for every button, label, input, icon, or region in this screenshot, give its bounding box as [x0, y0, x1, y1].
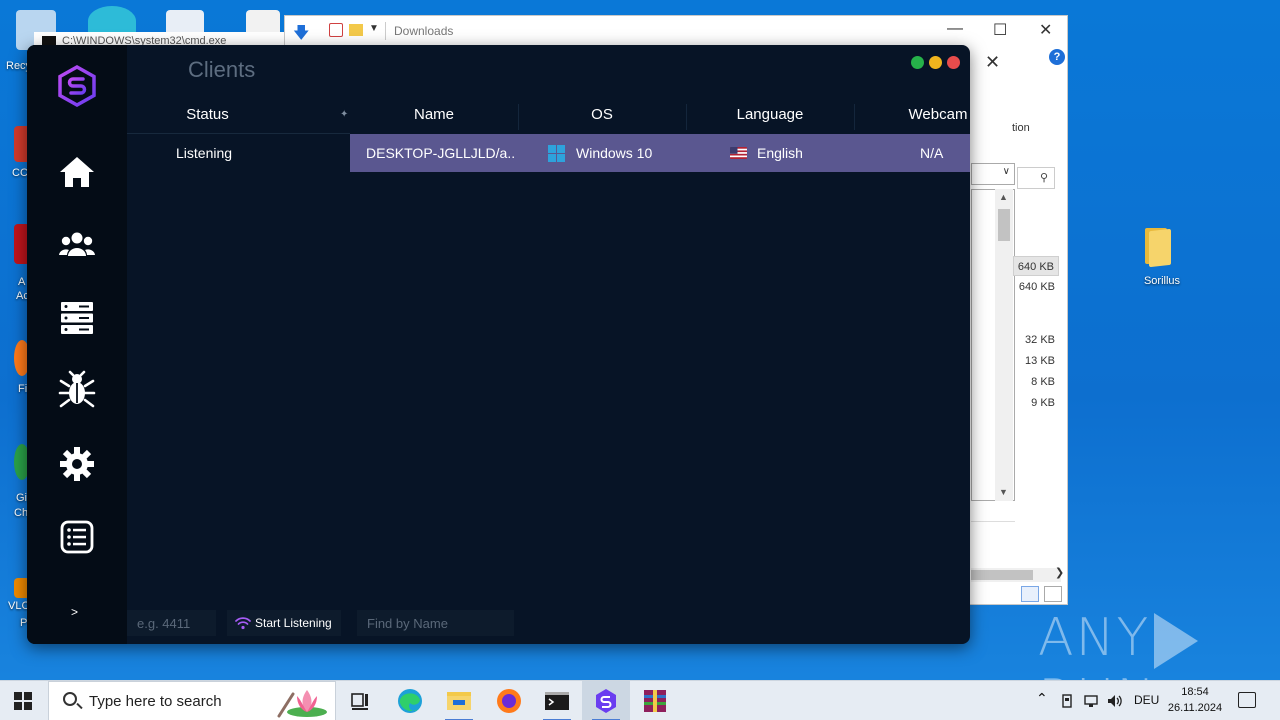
- help-button[interactable]: ?: [1049, 49, 1065, 65]
- sorillus-window: > Clients Status Name OS Language Webcam…: [27, 45, 970, 644]
- minimize-dot-button[interactable]: [929, 56, 942, 69]
- search-icon: [63, 692, 77, 706]
- volume-icon[interactable]: [1106, 693, 1122, 709]
- large-icons-view-button[interactable]: [1044, 586, 1062, 602]
- network-icon[interactable]: [1083, 693, 1099, 709]
- divider: [971, 521, 1015, 527]
- listener-status: Listening: [176, 145, 233, 161]
- maximize-dot-button[interactable]: [911, 56, 924, 69]
- us-flag-icon: [730, 147, 747, 159]
- scroll-up-icon[interactable]: ▲: [999, 192, 1008, 202]
- users-icon[interactable]: [57, 225, 97, 265]
- expand-sidebar-button[interactable]: >: [71, 605, 78, 619]
- page-title: Clients: [188, 57, 256, 82]
- chevron-down-icon: ∨: [1002, 166, 1010, 177]
- scroll-thumb[interactable]: [998, 209, 1010, 241]
- close-dot-button[interactable]: [947, 56, 960, 69]
- column-resize-icon[interactable]: ✦: [340, 109, 348, 120]
- winrar-taskbar-icon[interactable]: [631, 681, 679, 720]
- desktop-label: Gi: [16, 492, 27, 504]
- clock-date: 26.11.2024: [1167, 702, 1223, 714]
- file-size: 9 KB: [1031, 397, 1055, 409]
- task-view-button[interactable]: [336, 681, 384, 720]
- input-language[interactable]: DEU: [1134, 693, 1159, 707]
- edge-taskbar-icon[interactable]: [386, 681, 434, 720]
- new-folder-icon[interactable]: [349, 24, 363, 36]
- client-webcam: N/A: [920, 145, 944, 161]
- minimize-button[interactable]: —: [947, 20, 963, 38]
- search-icon: ⚲: [1039, 172, 1048, 184]
- taskbar: Type here to search ⌃ DEU 18:54 26.11.20…: [0, 680, 1280, 720]
- taskbar-search[interactable]: Type here to search: [48, 681, 336, 720]
- port-input[interactable]: [127, 610, 216, 636]
- close-button[interactable]: ✕: [1039, 20, 1052, 40]
- windows-icon: [548, 145, 565, 162]
- show-hidden-icons-button[interactable]: ⌃: [1036, 690, 1048, 707]
- firefox-taskbar-icon[interactable]: [485, 681, 533, 720]
- address-dropdown[interactable]: ∨: [971, 163, 1015, 185]
- file-size: 640 KB: [1018, 281, 1055, 293]
- scroll-thumb[interactable]: [971, 570, 1033, 580]
- horizontal-scrollbar[interactable]: [971, 568, 1061, 582]
- search-box[interactable]: ⚲: [1017, 167, 1055, 189]
- notification-icon[interactable]: [1238, 692, 1256, 708]
- file-size: 640 KB: [1013, 256, 1059, 276]
- desktop-label: Fi: [18, 383, 28, 395]
- table-row[interactable]: DESKTOP-JGLLJLD/a... Windows 10 English …: [350, 134, 970, 172]
- clock[interactable]: 18:54 26.11.2024: [1160, 684, 1230, 716]
- home-icon[interactable]: [57, 152, 97, 192]
- client-language: English: [757, 145, 803, 161]
- client-os: Windows 10: [576, 145, 653, 161]
- bug-icon[interactable]: [57, 370, 97, 410]
- start-listening-button[interactable]: Start Listening: [227, 610, 341, 636]
- sorillus-taskbar-icon[interactable]: [582, 681, 630, 720]
- desktop-label: Ch: [14, 507, 29, 519]
- explorer-titlebar[interactable]: 🡇 ▼ Downloads — ☐ ✕: [285, 16, 1067, 46]
- start-button[interactable]: [14, 692, 32, 710]
- bottom-bar: Start Listening: [127, 604, 970, 644]
- column-webcam[interactable]: Webcam: [854, 100, 970, 134]
- play-icon: [1154, 613, 1199, 669]
- column-name[interactable]: Name: [350, 100, 518, 134]
- sidebar: >: [27, 45, 127, 644]
- separator: [385, 22, 386, 40]
- close-icon[interactable]: ✕: [985, 52, 1000, 73]
- wifi-icon: [235, 617, 251, 630]
- table-header: Status Name OS Language Webcam: [127, 100, 970, 134]
- folder-icon[interactable]: [1143, 226, 1175, 268]
- column-language[interactable]: Language: [686, 100, 854, 134]
- sorillus-logo-icon: [58, 65, 96, 107]
- vertical-scrollbar[interactable]: ▲ ▼: [995, 189, 1013, 501]
- server-icon[interactable]: [57, 298, 97, 338]
- file-size: 13 KB: [1025, 355, 1055, 367]
- folder-label: Sorillus: [1143, 275, 1181, 287]
- find-by-name-input[interactable]: [357, 610, 514, 636]
- start-listening-label: Start Listening: [255, 616, 332, 630]
- search-placeholder: Type here to search: [89, 693, 222, 710]
- details-view-button[interactable]: [1021, 586, 1039, 602]
- settings-icon[interactable]: [57, 444, 97, 484]
- usb-icon[interactable]: [1059, 693, 1075, 709]
- file-size: 32 KB: [1025, 334, 1055, 346]
- file-explorer-taskbar-icon[interactable]: [435, 681, 483, 720]
- ribbon-label: tion: [1012, 122, 1030, 134]
- clock-time: 18:54: [1181, 686, 1209, 698]
- client-name: DESKTOP-JGLLJLD/a...: [366, 145, 516, 161]
- column-status[interactable]: Status: [127, 100, 288, 134]
- file-size: 8 KB: [1031, 376, 1055, 388]
- desktop-label: CC: [12, 167, 28, 179]
- scroll-right-icon[interactable]: ❯: [1055, 566, 1064, 579]
- scroll-down-icon[interactable]: ▼: [999, 487, 1008, 497]
- search-highlight-icon: [277, 690, 327, 718]
- cmd-taskbar-icon[interactable]: [533, 681, 581, 720]
- quick-access-dropdown-icon[interactable]: ▼: [369, 23, 379, 34]
- desktop-label: A: [18, 276, 26, 288]
- explorer-title: Downloads: [394, 24, 454, 38]
- properties-icon[interactable]: [329, 23, 343, 37]
- column-os[interactable]: OS: [518, 100, 686, 134]
- list-icon[interactable]: [57, 517, 97, 557]
- maximize-button[interactable]: ☐: [993, 20, 1007, 40]
